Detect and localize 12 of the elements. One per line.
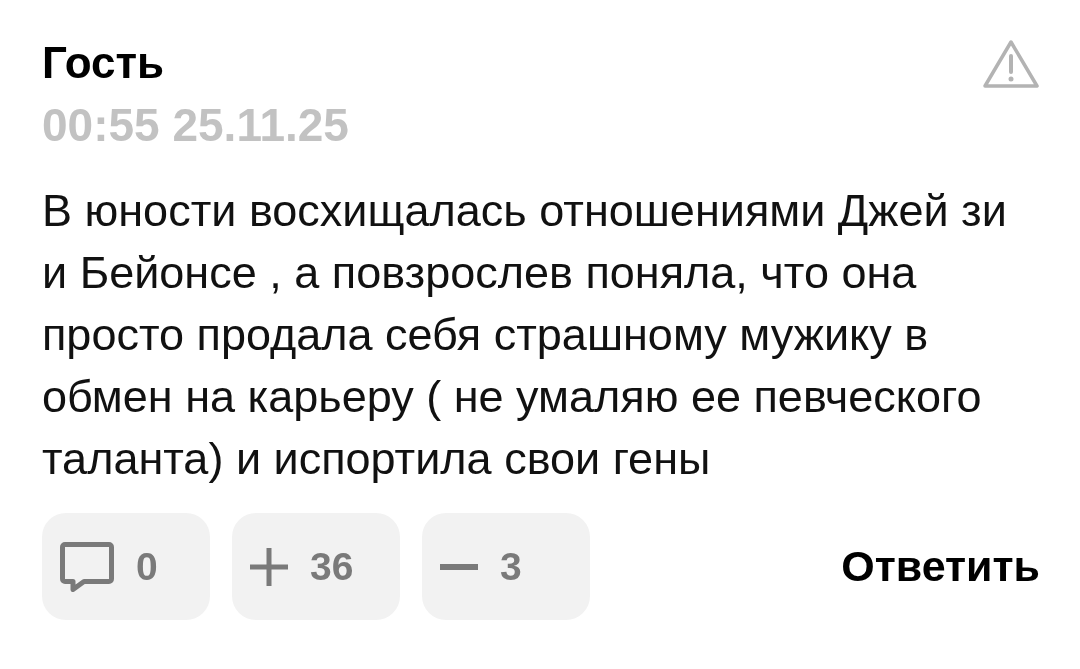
author-name: Гость [42, 37, 165, 89]
downvote-button[interactable]: 3 [422, 513, 590, 620]
replies-button[interactable]: 0 [42, 513, 210, 620]
plus-icon [250, 547, 288, 586]
upvote-button[interactable]: 36 [232, 513, 400, 620]
warning-icon [982, 39, 1040, 89]
minus-icon [440, 563, 478, 570]
reply-button[interactable]: Ответить [841, 542, 1040, 591]
speech-bubble-icon [60, 541, 114, 592]
comment-timestamp: 00:55 25.11.25 [42, 99, 349, 151]
report-button[interactable] [982, 39, 1040, 89]
comment-text: В юности восхищалась отношениями Джей зи и Бейонсе , а повзрослев поняла, что она просто продала себя страшному мужику в обмен на карьеру ( не умаляю ее певческого таланта) и испортила свои гены [42, 184, 1008, 486]
